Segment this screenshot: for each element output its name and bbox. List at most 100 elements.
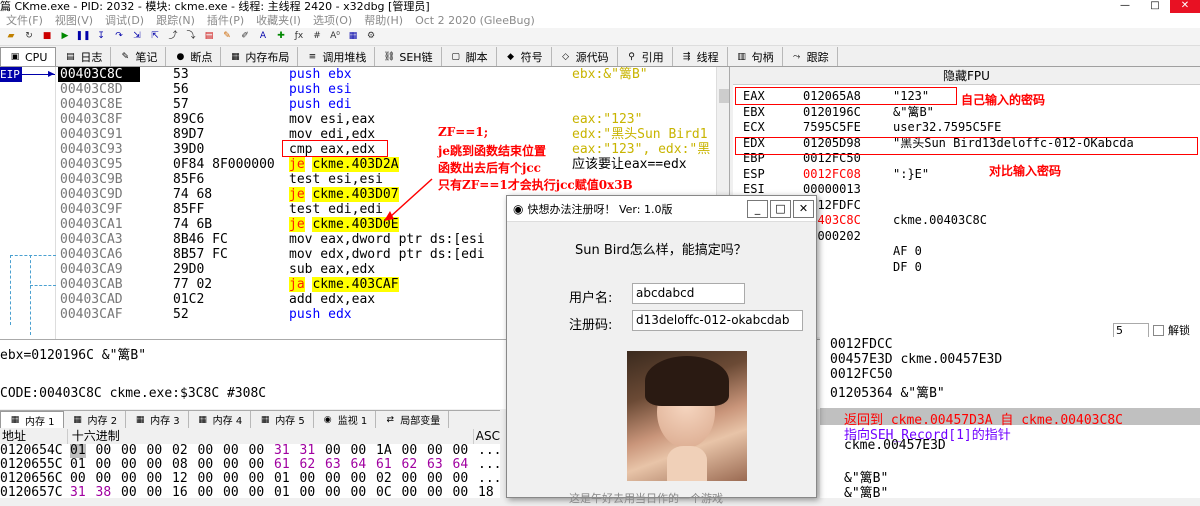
dump-row[interactable]: 0120654C 01 00 00 00 02 00 00 00 31 31 00 00 1A 00 00 00… xyxy=(0,444,501,458)
dialog-title: 快想办法注册呀！ Ver: 1.0版 xyxy=(527,202,673,216)
step-into-icon[interactable]: ↧ xyxy=(94,30,108,43)
dump-tab[interactable]: ▦ 内存 2 xyxy=(63,411,127,428)
disasm-row[interactable]: EIP 00403C8C 53 push ebx ebx:&"篱B" xyxy=(0,67,729,82)
username-input[interactable]: abcdabcd xyxy=(632,283,745,304)
disasm-address: 00403CAB xyxy=(60,277,123,292)
disasm-row[interactable]: 00403C8F 89C6 mov esi,eax eax:"123" xyxy=(0,112,729,127)
dialog-maximize-button[interactable]: □ xyxy=(770,200,791,218)
script-icon[interactable]: ▤ xyxy=(202,30,216,43)
close-debuggee-icon[interactable]: ■ xyxy=(40,30,54,43)
unlock-checkbox[interactable] xyxy=(1153,324,1164,336)
settings-icon[interactable]: ⚙ xyxy=(364,30,378,43)
stack-count-select[interactable]: 5 xyxy=(1113,322,1149,337)
dump-tab[interactable]: ◉ 监视 1 xyxy=(313,411,377,428)
tab-threads[interactable]: ⇶ 线程 xyxy=(672,47,728,66)
disasm-comment: eax:"123", edx:"黑 xyxy=(572,142,711,157)
pause-icon[interactable]: ❚❚ xyxy=(75,30,90,43)
stack-comment-row[interactable]: &"篱B" xyxy=(844,482,888,499)
tab-log[interactable]: ▤ 日志 xyxy=(56,47,112,66)
tab-symbols[interactable]: ◆ 符号 xyxy=(496,47,552,66)
disasm-bytes: 29D0 xyxy=(173,262,205,277)
disasm-row[interactable]: 00403C8D 56 push esi xyxy=(0,82,729,97)
tab-seh[interactable]: ⛓ SEH链 xyxy=(375,47,442,66)
fpu-toggle[interactable]: 隐藏FPU xyxy=(733,67,1200,85)
dump-row[interactable]: 0120656C 00 00 00 00 12 00 00 00 01 00 00 00 02 00 00 00… xyxy=(0,471,501,486)
close-button[interactable]: ✕ xyxy=(1170,0,1200,13)
tab-trace[interactable]: ⤳ 跟踪 xyxy=(782,47,838,66)
run-icon[interactable]: ▶ xyxy=(58,30,72,43)
run-to-user-code-icon[interactable]: ⤵ xyxy=(184,30,198,43)
comment-icon[interactable]: ✐ xyxy=(238,30,252,43)
tab-memory-map[interactable]: ▦ 内存布局 xyxy=(221,47,299,66)
tab-label: 日志 xyxy=(80,50,103,64)
bookmark-icon[interactable]: ✚ xyxy=(274,30,288,43)
stack-value: 0012FC50 xyxy=(830,367,893,382)
trace-over-icon[interactable]: ⇱ xyxy=(148,30,162,43)
disasm-instruction: ja ckme.403CAF xyxy=(289,277,399,292)
register-row[interactable]: ESP 0012FC08 ":}E" xyxy=(743,167,929,182)
dump-tab[interactable]: ▦ 内存 3 xyxy=(126,411,189,428)
patch-icon[interactable]: ✎ xyxy=(220,30,234,43)
disasm-address: 00403C8F xyxy=(60,112,123,127)
disasm-address: 00403C93 xyxy=(60,142,123,157)
dialog-minimize-button[interactable]: _ xyxy=(747,200,768,218)
label-icon[interactable]: A xyxy=(256,30,270,43)
trace-into-icon[interactable]: ⇲ xyxy=(130,30,144,43)
menu-options[interactable]: 选项(O) xyxy=(307,13,358,28)
dialog-prompt: Sun Bird怎么样，能搞定吗？ xyxy=(575,243,747,258)
tab-handles[interactable]: ▥ 句柄 xyxy=(727,47,783,66)
register-row[interactable]: EBX 0120196C &"篱B" xyxy=(743,105,934,120)
stack-row[interactable]: 0012FDCC xyxy=(830,337,893,352)
stack-row[interactable]: 01205364 &"篱B" xyxy=(830,382,945,401)
open-icon[interactable]: ▰ xyxy=(4,30,18,43)
restart-icon[interactable]: ↻ xyxy=(22,30,36,43)
disasm-row[interactable]: 00403C95 0F84 8F000000 je ckme.403D2A 应该要让e… xyxy=(0,157,729,172)
disasm-row[interactable]: 00403C8E 57 push edi xyxy=(0,97,729,112)
tab-breakpoint[interactable]: ● 断点 xyxy=(166,47,222,66)
stack-comment-row[interactable]: ckme.00457E3D xyxy=(844,438,946,453)
menu-view[interactable]: 视图(V) xyxy=(49,13,99,28)
execute-till-return-icon[interactable]: ⤴ xyxy=(166,30,180,43)
dump-row[interactable]: 0120655C 01 00 00 00 08 00 00 00 61 62 63 64 61 62 63 64… xyxy=(0,457,501,472)
stack-comments-view[interactable]: 返回到 ckme.00457D3A 自 ckme.00403C8C 指向SEH_R… xyxy=(820,408,1200,498)
menu-plugins[interactable]: 插件(P) xyxy=(201,13,250,28)
dialog-close-button[interactable]: ✕ xyxy=(793,200,814,218)
maximize-button[interactable]: □ xyxy=(1140,0,1170,13)
menu-favourites[interactable]: 收藏夹(I) xyxy=(250,13,307,28)
dump-tab[interactable]: ⇄ 局部变量 xyxy=(376,411,450,428)
dump-tab[interactable]: ▦ 内存 1 xyxy=(0,411,64,428)
tab-cpu[interactable]: ▣ CPU xyxy=(0,47,57,66)
text-icon[interactable]: A⁰ xyxy=(328,30,342,43)
register-comment: ckme.00403C8C xyxy=(893,213,987,227)
disasm-address: 00403C9B xyxy=(60,172,123,187)
title-bar: 篇 CKme.exe - PID: 2032 - 模块: ckme.exe - … xyxy=(0,0,1200,13)
tab-script[interactable]: ▢ 脚本 xyxy=(441,47,497,66)
hash-icon[interactable]: # xyxy=(310,30,324,43)
function-icon[interactable]: ƒx xyxy=(292,30,306,43)
stack-count-control[interactable]: 5 解锁 xyxy=(1113,322,1190,337)
info-line: CODE:00403C8C ckme.exe:$3C8C #308C xyxy=(0,386,267,401)
dump-byte: 00 xyxy=(197,471,214,486)
stack-view[interactable]: 0012FDCC 00457E3D ckme.00457E3D 0012FC50 01… xyxy=(820,337,1200,408)
step-over-icon[interactable]: ↷ xyxy=(112,30,126,43)
dump-view[interactable]: 0120654C 01 00 00 00 02 00 00 00 31 31 00 00 1A 00 00 00… xyxy=(0,444,501,500)
tab-notes[interactable]: ✎ 笔记 xyxy=(111,47,167,66)
tab-references[interactable]: ⚲ 引用 xyxy=(617,47,673,66)
minimize-button[interactable]: — xyxy=(1110,0,1140,13)
dump-tab[interactable]: ▦ 内存 4 xyxy=(188,411,252,428)
dump-byte: 00 xyxy=(223,471,239,486)
menu-file[interactable]: 文件(F) xyxy=(0,13,49,28)
register-row[interactable]: ECX 7595C5FE user32.7595C5FE xyxy=(743,120,1001,135)
code-input[interactable]: d13deloffc-012-okabcdab xyxy=(632,310,803,331)
tab-source[interactable]: ◇ 源代码 xyxy=(551,47,618,66)
menu-trace[interactable]: 跟踪(N) xyxy=(150,13,201,28)
tab-call-stack[interactable]: ≡ 调用堆栈 xyxy=(298,47,376,66)
menu-help[interactable]: 帮助(H) xyxy=(358,13,409,28)
stack-row[interactable]: 0012FC50 xyxy=(830,367,893,382)
dump-tab[interactable]: ▦ 内存 5 xyxy=(251,411,314,428)
menu-debug[interactable]: 调试(D) xyxy=(99,13,150,28)
cpu-info-icon[interactable]: ▦ xyxy=(346,30,360,43)
stack-row[interactable]: 00457E3D ckme.00457E3D xyxy=(830,352,1002,367)
dump-byte: 61 xyxy=(376,457,392,472)
register-dialog[interactable]: ◉ 快想办法注册呀！ Ver: 1.0版 _ □ ✕ Sun Bird怎么样，能… xyxy=(506,195,817,505)
